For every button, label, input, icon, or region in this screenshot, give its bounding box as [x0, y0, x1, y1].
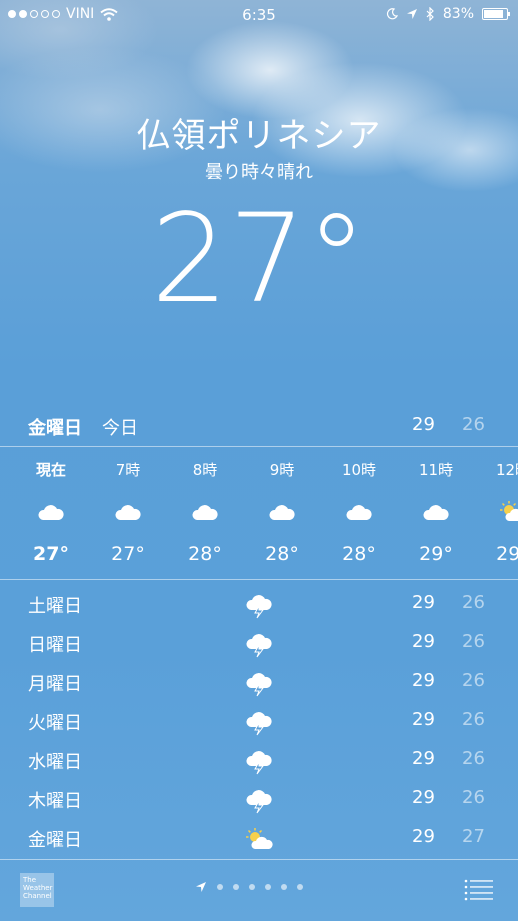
- cloud-icon: [269, 505, 295, 520]
- moon-icon: [386, 8, 398, 20]
- sun-cloud-icon: [500, 501, 518, 521]
- hourly-forecast[interactable]: 現在 27° 7時 27° 8時 28° 9時 28° 10時 28° 11時 …: [0, 447, 518, 579]
- current-temp-value: 27: [150, 188, 307, 330]
- page-dot: [281, 884, 287, 890]
- daily-row: 月曜日 29 26: [0, 664, 518, 702]
- page-dot: [217, 884, 223, 890]
- sun-cloud-icon: [246, 828, 273, 849]
- hour-time: 12時: [495, 461, 518, 479]
- daily-day: 金曜日: [28, 830, 82, 851]
- thunderstorm-icon: [246, 634, 272, 658]
- daily-day: 土曜日: [28, 596, 82, 617]
- degree-symbol: °: [306, 188, 368, 330]
- hour-time: 10時: [341, 461, 377, 479]
- cloud-icon: [192, 505, 218, 520]
- divider: [0, 859, 518, 860]
- page-dot: [265, 884, 271, 890]
- cloud-icon: [346, 505, 372, 520]
- current-condition: 曇り時々晴れ: [205, 162, 313, 183]
- today-day: 金曜日: [28, 418, 82, 439]
- daily-high: 29: [412, 592, 435, 613]
- cloud-icon: [38, 505, 64, 520]
- today-row: 金曜日 今日 29 26: [0, 414, 518, 444]
- divider: [0, 579, 518, 580]
- thunderstorm-icon: [246, 751, 272, 775]
- battery-icon: [482, 8, 510, 20]
- status-bar: VINI 6:35 83%: [0, 0, 518, 30]
- today-high: 29: [412, 414, 435, 435]
- city-name: 仏領ポリネシア: [136, 116, 382, 156]
- daily-low: 26: [462, 631, 485, 652]
- hour-temp: 27°: [33, 543, 69, 565]
- thunderstorm-icon: [246, 790, 272, 814]
- daily-row: 火曜日 29 26: [0, 703, 518, 741]
- daily-day: 水曜日: [28, 752, 82, 773]
- page-indicator[interactable]: [195, 881, 303, 893]
- hour-temp: 28°: [265, 543, 299, 565]
- daily-high: 29: [412, 748, 435, 769]
- hour-time: 9時: [269, 461, 295, 479]
- daily-high: 29: [412, 826, 435, 847]
- hour-time: 現在: [35, 461, 66, 479]
- page-dot: [233, 884, 239, 890]
- hour-time: 11時: [418, 461, 454, 479]
- thunderstorm-icon: [246, 673, 272, 697]
- hour-temp: 29°: [419, 543, 453, 565]
- weather-channel-logo[interactable]: The Weather Channel: [20, 873, 54, 907]
- daily-day: 木曜日: [28, 791, 82, 812]
- thunderstorm-icon: [246, 595, 272, 619]
- battery-percent: 83%: [442, 6, 474, 22]
- daily-row: 木曜日 29 26: [0, 781, 518, 819]
- cloud-icon: [115, 505, 141, 520]
- daily-high: 29: [412, 787, 435, 808]
- daily-low: 27: [462, 826, 485, 847]
- daily-day: 月曜日: [28, 674, 82, 695]
- bottom-bar: The Weather Channel: [0, 861, 518, 921]
- daily-high: 29: [412, 709, 435, 730]
- daily-row: 金曜日 29 27: [0, 820, 518, 858]
- daily-row: 水曜日 29 26: [0, 742, 518, 780]
- daily-row: 日曜日 29 26: [0, 625, 518, 663]
- hour-temp: 28°: [342, 543, 376, 565]
- daily-low: 26: [462, 748, 485, 769]
- daily-low: 26: [462, 670, 485, 691]
- hour-temp: 27°: [111, 543, 145, 565]
- list-icon[interactable]: [464, 879, 494, 901]
- location-arrow-icon: [406, 9, 417, 19]
- page-dot: [297, 884, 303, 890]
- daily-high: 29: [412, 631, 435, 652]
- hour-temp: 28°: [188, 543, 222, 565]
- location-arrow-icon: [196, 882, 206, 892]
- daily-low: 26: [462, 592, 485, 613]
- today-low: 26: [462, 414, 485, 435]
- status-right: 83%: [386, 6, 510, 22]
- cloud-icon: [423, 505, 449, 520]
- bluetooth-icon: [426, 7, 434, 21]
- daily-low: 26: [462, 787, 485, 808]
- page-dot: [249, 884, 255, 890]
- daily-low: 26: [462, 709, 485, 730]
- daily-day: 火曜日: [28, 713, 82, 734]
- daily-row: 土曜日 29 26: [0, 586, 518, 624]
- current-temperature: 27°: [0, 198, 518, 320]
- daily-day: 日曜日: [28, 635, 82, 656]
- today-label: 今日: [102, 418, 138, 439]
- hour-time: 8時: [192, 461, 218, 479]
- hour-time: 7時: [115, 461, 141, 479]
- hour-temp: 29°: [496, 543, 518, 565]
- daily-high: 29: [412, 670, 435, 691]
- thunderstorm-icon: [246, 712, 272, 736]
